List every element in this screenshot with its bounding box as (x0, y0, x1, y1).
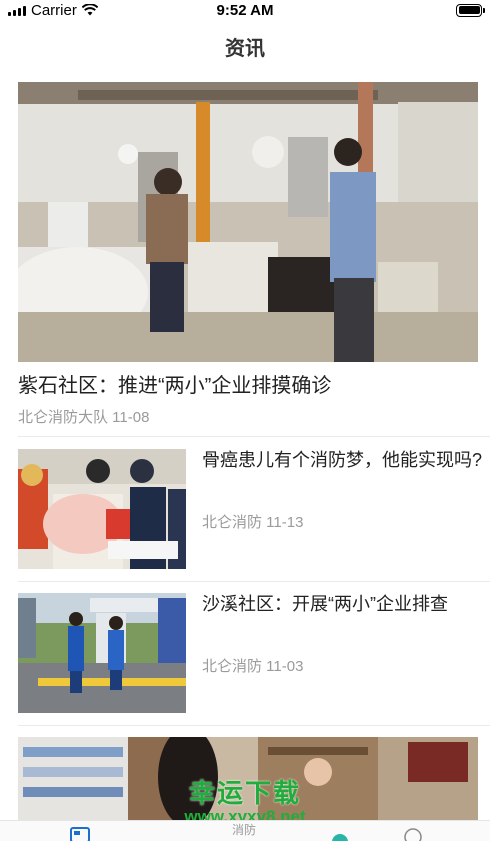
battery-icon (456, 3, 485, 17)
list-item[interactable]: 骨癌患儿有个消防梦，他能实现吗? 北仑消防 11-13 (18, 449, 490, 569)
status-left: Carrier (8, 2, 98, 19)
news-icon (70, 827, 90, 841)
home-icon (332, 834, 348, 841)
list-item-thumbnail (18, 593, 186, 713)
divider (18, 436, 490, 437)
status-bar: Carrier 9:52 AM (0, 0, 490, 20)
tab-bar: 消防 (0, 820, 490, 841)
list-item-title: 沙溪社区：开展“两小”企业排查 (202, 594, 448, 614)
wifi-icon (81, 4, 98, 16)
carrier-label: Carrier (31, 1, 77, 19)
tab-home[interactable] (330, 827, 350, 841)
divider (18, 725, 490, 726)
list-item-thumbnail (18, 449, 186, 569)
tab-profile[interactable] (403, 827, 423, 841)
divider (18, 581, 490, 582)
feature-meta: 北仑消防大队 11-08 (18, 409, 150, 426)
list-item-title: 骨癌患儿有个消防梦，他能实现吗? (202, 450, 483, 470)
signal-icon (8, 4, 26, 16)
feature-title: 紫石社区：推进“两小”企业排摸确诊 (18, 375, 332, 397)
watermark-brand: 幸运下载 (188, 778, 301, 808)
feature-article[interactable]: 紫石社区：推进“两小”企业排摸确诊 北仑消防大队 11-08 (18, 82, 478, 427)
tab-label[interactable]: 消防 (232, 821, 256, 838)
list-item-meta: 北仑消防 11-13 (202, 514, 304, 531)
list-item-meta: 北仑消防 11-03 (202, 658, 304, 675)
status-time: 9:52 AM (216, 1, 274, 19)
profile-icon (404, 828, 422, 841)
tab-news[interactable] (70, 827, 90, 841)
feature-photo (18, 82, 478, 362)
watermark: 幸运下载 www.xyxy8.net (160, 778, 330, 826)
list-item[interactable]: 沙溪社区：开展“两小”企业排查 北仑消防 11-03 (18, 593, 490, 713)
page-title: 资讯 (225, 38, 265, 60)
